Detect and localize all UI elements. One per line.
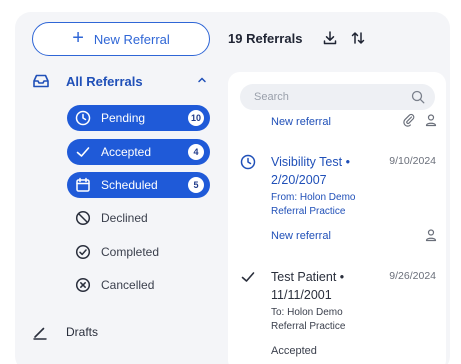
check-icon xyxy=(76,147,90,157)
status-label: Cancelled xyxy=(101,278,155,292)
status-label: Scheduled xyxy=(101,178,158,192)
new-referral-button[interactable]: + New Referral xyxy=(32,22,210,56)
sort-icon[interactable] xyxy=(350,30,366,46)
status-count-badge: 4 xyxy=(188,144,204,160)
status-filter-cancelled[interactable]: Cancelled xyxy=(67,272,210,298)
referral-from: From: Holon Demo Referral Practice xyxy=(271,192,356,217)
circle-x-icon xyxy=(75,277,91,293)
status-count-badge: 10 xyxy=(188,110,204,126)
pencil-icon xyxy=(33,327,47,340)
new-referral-label: New Referral xyxy=(93,31,170,47)
status-label: Completed xyxy=(101,245,160,259)
status-filter-pending[interactable]: Pending 10 xyxy=(67,105,210,131)
patient-name: Test Patient • 11/11/2001 xyxy=(271,270,345,302)
all-referrals-label: All Referrals xyxy=(66,73,143,89)
referral-date: 9/26/2024 xyxy=(389,270,436,282)
referral-list-panel: New referral Visibility Test • 2/20/2007… xyxy=(228,72,446,364)
list-item[interactable]: Visibility Test • 2/20/2007 9/10/2024 Fr… xyxy=(228,150,446,250)
status-label: Declined xyxy=(101,211,148,225)
chevron-up-icon[interactable] xyxy=(196,74,208,86)
list-item[interactable]: Test Patient • 11/11/2001 9/26/2024 To: … xyxy=(228,265,446,364)
clock-icon xyxy=(240,154,256,170)
referral-count-title: 19 Referrals xyxy=(228,31,303,46)
status-filter-completed[interactable]: Completed xyxy=(67,239,210,265)
referral-status: New referral xyxy=(271,230,331,242)
status-filter-accepted[interactable]: Accepted 4 xyxy=(67,139,210,165)
status-label: Accepted xyxy=(101,145,152,159)
paperclip-icon[interactable] xyxy=(402,113,416,127)
drafts-link[interactable]: Drafts xyxy=(32,320,98,344)
plus-icon: + xyxy=(72,27,84,49)
calendar-icon xyxy=(76,177,90,192)
person-icon[interactable] xyxy=(424,228,438,242)
status-filter-declined[interactable]: Declined xyxy=(67,205,210,231)
search-icon[interactable] xyxy=(411,90,425,104)
search-input[interactable] xyxy=(254,91,404,103)
referral-to: To: Holon Demo Referral Practice xyxy=(271,307,346,332)
status-count-badge: 5 xyxy=(188,177,204,193)
all-referrals-toggle[interactable]: All Referrals xyxy=(32,68,212,94)
referral-status: Accepted xyxy=(271,345,317,357)
search-box[interactable] xyxy=(240,84,435,110)
patient-name: Visibility Test • 2/20/2007 xyxy=(271,155,350,187)
status-filter-scheduled[interactable]: Scheduled 5 xyxy=(67,172,210,198)
person-icon[interactable] xyxy=(424,113,438,127)
drafts-label: Drafts xyxy=(66,325,99,339)
referral-date: 9/10/2024 xyxy=(389,155,436,167)
status-label: Pending xyxy=(101,111,146,125)
inbox-icon xyxy=(33,74,49,88)
check-icon xyxy=(241,272,255,282)
circle-slash-icon xyxy=(75,210,91,226)
clock-icon xyxy=(75,110,91,126)
referral-status: New referral xyxy=(271,116,331,128)
row-icons xyxy=(402,113,438,127)
circle-check-icon xyxy=(75,244,91,260)
download-icon[interactable] xyxy=(322,30,338,46)
